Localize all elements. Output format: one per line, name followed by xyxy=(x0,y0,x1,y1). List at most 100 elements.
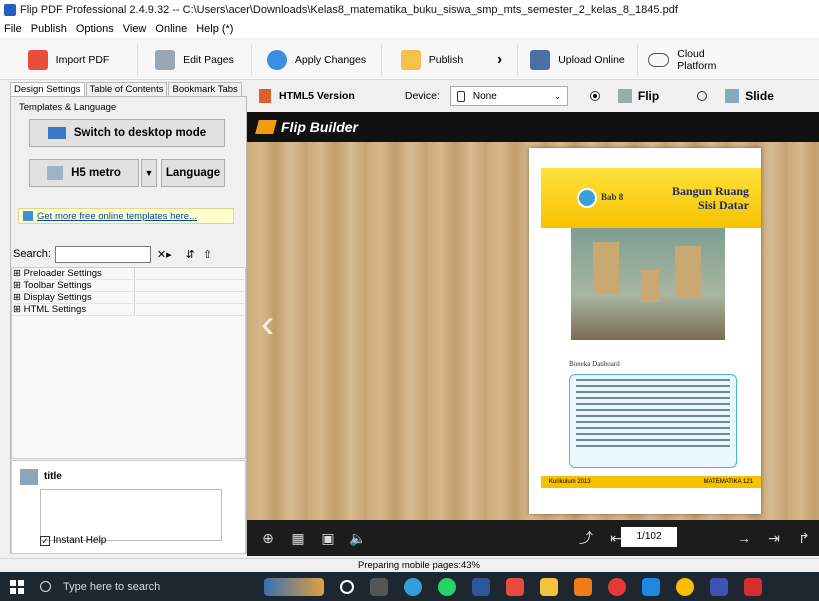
menu-publish[interactable]: Publish xyxy=(31,23,67,35)
tree-item-toolbar[interactable]: ⊞ Toolbar Settings xyxy=(12,280,245,292)
device-select[interactable]: None ⌄ xyxy=(449,86,568,106)
template-label: H5 metro xyxy=(71,167,121,179)
footer-right: MATEMATIKA 121 xyxy=(703,479,753,485)
flip-builder-logo-icon xyxy=(255,120,277,134)
window-title: Flip PDF Professional 2.4.9.32 -- C:\Use… xyxy=(20,4,678,16)
search-icon xyxy=(40,581,51,592)
flip-radio[interactable] xyxy=(589,91,600,101)
expand-all-icon[interactable]: ⇵ xyxy=(186,248,195,261)
publish-button[interactable]: Publish xyxy=(382,44,482,76)
slide-label: Slide xyxy=(745,89,774,103)
help-text[interactable] xyxy=(40,489,222,541)
main-toolbar: Import PDF Edit Pages Apply Changes Publ… xyxy=(0,40,819,80)
tree-item-html[interactable]: ⊞ HTML Settings xyxy=(12,304,245,316)
search-input[interactable] xyxy=(54,245,151,263)
instant-help-checkbox[interactable]: ✓ xyxy=(40,535,50,546)
apply-changes-button[interactable]: Apply Changes xyxy=(252,43,382,76)
page-number-input[interactable]: 1/102 xyxy=(621,527,677,547)
app-s-icon[interactable] xyxy=(506,577,524,596)
vlc-icon[interactable] xyxy=(574,577,592,596)
publish-label: Publish xyxy=(428,53,464,66)
chevron-down-icon: ⌄ xyxy=(554,91,561,101)
collapse-all-icon[interactable]: ⇧ xyxy=(203,248,212,261)
share-icon[interactable]: ⤴ xyxy=(577,528,595,548)
phone-icon xyxy=(456,90,465,102)
windows-start-icon[interactable] xyxy=(10,579,24,594)
book-page[interactable]: Bab 8 Bangun Ruang Sisi Datar Boneka Dan… xyxy=(529,148,761,514)
refresh-icon xyxy=(266,49,287,70)
template-button[interactable]: H5 metro xyxy=(29,159,139,187)
menu-options[interactable]: Options xyxy=(76,23,114,35)
slide-radio[interactable] xyxy=(697,91,708,101)
pdf-reader-icon[interactable] xyxy=(744,577,762,596)
file-explorer-icon[interactable] xyxy=(540,577,558,596)
taskbar-search-placeholder: Type here to search xyxy=(63,580,161,593)
edit-pages-label: Edit Pages xyxy=(183,53,234,66)
autoplay-icon[interactable]: ▣ xyxy=(319,530,337,547)
whatsapp-icon[interactable] xyxy=(438,577,456,596)
settings-tabs: Design Settings Table of Contents Bookma… xyxy=(10,82,247,96)
tab-design-settings[interactable]: Design Settings xyxy=(10,82,85,96)
menu-online[interactable]: Online xyxy=(155,23,187,35)
instant-help-label: Instant Help xyxy=(53,535,107,546)
import-pdf-button[interactable]: Import PDF xyxy=(0,43,138,76)
apply-changes-label: Apply Changes xyxy=(294,53,367,66)
book-stage: ‹ Bab 8 Bangun Ruang Sisi Datar Boneka D… xyxy=(247,142,819,520)
cloud-platform-button[interactable]: Cloud Platform xyxy=(638,44,748,76)
word-icon[interactable] xyxy=(472,577,490,596)
clear-search-icon[interactable]: ✕▸ xyxy=(157,248,172,261)
settings-panel: Design Settings Table of Contents Bookma… xyxy=(10,82,247,556)
brand-name: Flip Builder xyxy=(281,119,358,135)
weather-widget-icon[interactable] xyxy=(264,577,324,596)
slide-icon xyxy=(725,89,740,103)
publish-icon xyxy=(400,49,421,70)
more-icon[interactable]: ↱ xyxy=(795,530,813,547)
book-controls: ⊕ ▦ ▣ 🔈 ⤴ ⇤ ← 1/102 → ⇥ ↱ xyxy=(247,520,819,556)
zoom-icon[interactable]: ⊕ xyxy=(259,530,277,547)
template-dropdown-arrow-icon[interactable]: ▼ xyxy=(141,159,157,187)
thumbnails-icon[interactable]: ▦ xyxy=(289,530,307,547)
upload-online-button[interactable]: Upload Online xyxy=(518,43,638,76)
taskbar-search[interactable]: Type here to search xyxy=(40,572,240,601)
flip-pdf-taskbar-icon[interactable] xyxy=(710,577,728,596)
flip-builder-brand-bar: Flip Builder xyxy=(247,112,819,142)
cloud-icon xyxy=(648,52,670,67)
device-label: Device: xyxy=(404,90,440,102)
more-templates-link[interactable]: Get more free online templates here... xyxy=(37,211,197,222)
tab-table-of-contents[interactable]: Table of Contents xyxy=(85,82,168,96)
help-title: title xyxy=(44,471,62,482)
import-pdf-label: Import PDF xyxy=(55,53,110,66)
language-button[interactable]: Language xyxy=(161,159,225,187)
upload-online-label: Upload Online xyxy=(558,53,625,66)
menu-view[interactable]: View xyxy=(123,23,147,35)
more-templates-bar: Get more free online templates here... xyxy=(18,208,234,224)
menu-file[interactable]: File xyxy=(4,23,22,35)
instant-help-toggle[interactable]: ✓ Instant Help xyxy=(40,535,106,546)
opera-icon[interactable] xyxy=(608,577,626,596)
menu-help[interactable]: Help (*) xyxy=(196,23,233,35)
sound-icon[interactable]: 🔈 xyxy=(349,530,367,547)
cortana-icon[interactable] xyxy=(340,579,354,594)
chapter-number: Bab 8 xyxy=(601,192,624,202)
tree-item-preloader[interactable]: ⊞ Preloader Settings xyxy=(12,268,245,280)
switch-desktop-button[interactable]: Switch to desktop mode xyxy=(29,119,225,147)
photos-icon[interactable] xyxy=(642,577,660,596)
next-page-icon[interactable]: → xyxy=(735,530,753,546)
edge-icon[interactable] xyxy=(404,577,422,596)
search-label: Search: xyxy=(13,248,51,260)
danboard-photo xyxy=(571,228,725,340)
task-view-icon[interactable] xyxy=(370,577,388,596)
chevron-right-icon[interactable]: › xyxy=(482,43,518,76)
edit-pages-button[interactable]: Edit Pages xyxy=(138,43,252,76)
info-icon xyxy=(23,211,33,221)
preview-panel: HTML5 Version Device: None ⌄ Flip Slide … xyxy=(247,82,819,556)
templates-language-label: Templates & Language xyxy=(19,102,117,113)
tree-item-display[interactable]: ⊞ Display Settings xyxy=(12,292,245,304)
prev-page-arrow-icon[interactable]: ‹ xyxy=(261,302,274,347)
chrome-icon[interactable] xyxy=(676,577,694,596)
tab-bookmark-tabs[interactable]: Bookmark Tabs xyxy=(168,82,242,96)
footer-left: Kurikulum 2013 xyxy=(549,479,591,485)
device-value: None xyxy=(472,90,497,102)
edit-pages-icon xyxy=(155,49,176,70)
last-page-icon[interactable]: ⇥ xyxy=(765,530,783,547)
